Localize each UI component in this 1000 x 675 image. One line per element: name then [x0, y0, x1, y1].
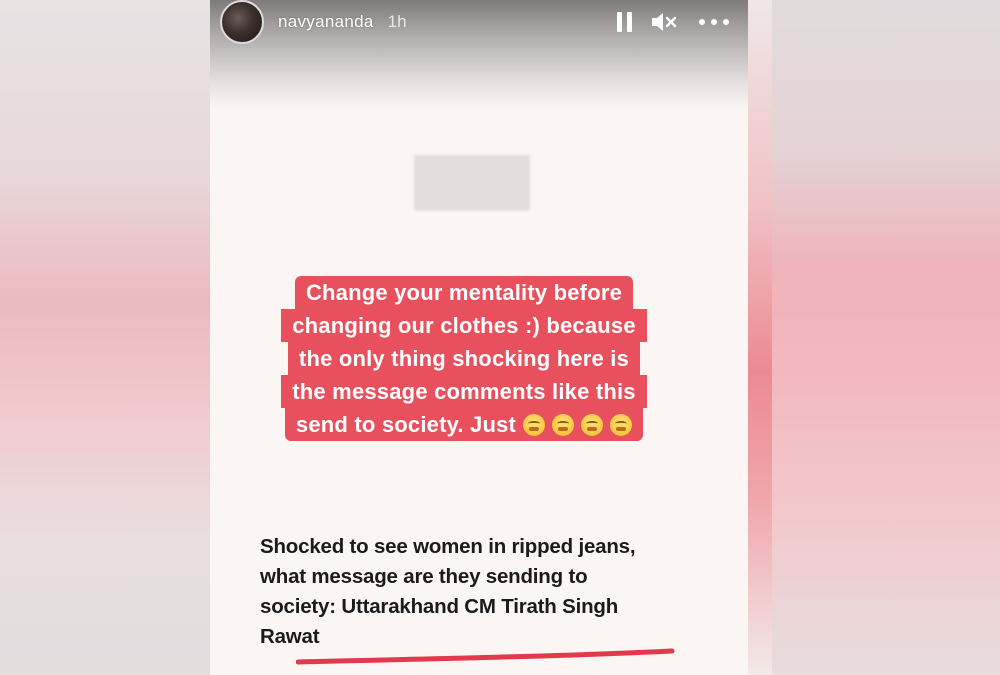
more-options-icon[interactable]: [698, 18, 730, 26]
headline-line: Shocked to see women in ripped jeans,: [260, 535, 636, 558]
text-sticker: Change your mentality before changing ou…: [254, 276, 674, 441]
blurred-background-left: [0, 0, 210, 675]
blurred-region: [414, 155, 530, 211]
headline-line: society: Uttarakhand CM Tirath Singh: [260, 595, 619, 618]
pause-icon[interactable]: [617, 12, 632, 32]
news-headline: Shocked to see women in ripped jeans, wh…: [260, 532, 700, 652]
post-time: 1h: [387, 12, 407, 31]
sticker-line: changing our clothes :) because: [281, 309, 647, 342]
steam-from-nose-emoji-icon: [552, 414, 575, 436]
steam-from-nose-emoji-icon: [610, 414, 633, 436]
headline-line: what message are they sending to: [260, 565, 588, 588]
sticker-line-last: send to society. Just: [284, 408, 644, 441]
sticker-line-text: send to society. Just: [295, 412, 517, 437]
sticker-line: the message comments like this: [281, 375, 647, 408]
sticker-line: Change your mentality before: [294, 276, 634, 309]
red-underline-stroke: [296, 648, 675, 665]
mute-icon[interactable]: [650, 10, 680, 34]
username[interactable]: navyananda: [278, 12, 374, 32]
steam-from-nose-emoji-icon: [581, 414, 604, 436]
story-panel[interactable]: navyananda 1h Change your mentality befo…: [210, 0, 748, 675]
blurred-background-right: [748, 0, 1000, 675]
story-header: navyananda 1h: [220, 0, 738, 44]
sticker-line: the only thing shocking here is: [287, 342, 641, 375]
steam-from-nose-emoji-icon: [523, 414, 546, 436]
story-controls: [617, 10, 738, 34]
avatar[interactable]: [220, 0, 264, 44]
